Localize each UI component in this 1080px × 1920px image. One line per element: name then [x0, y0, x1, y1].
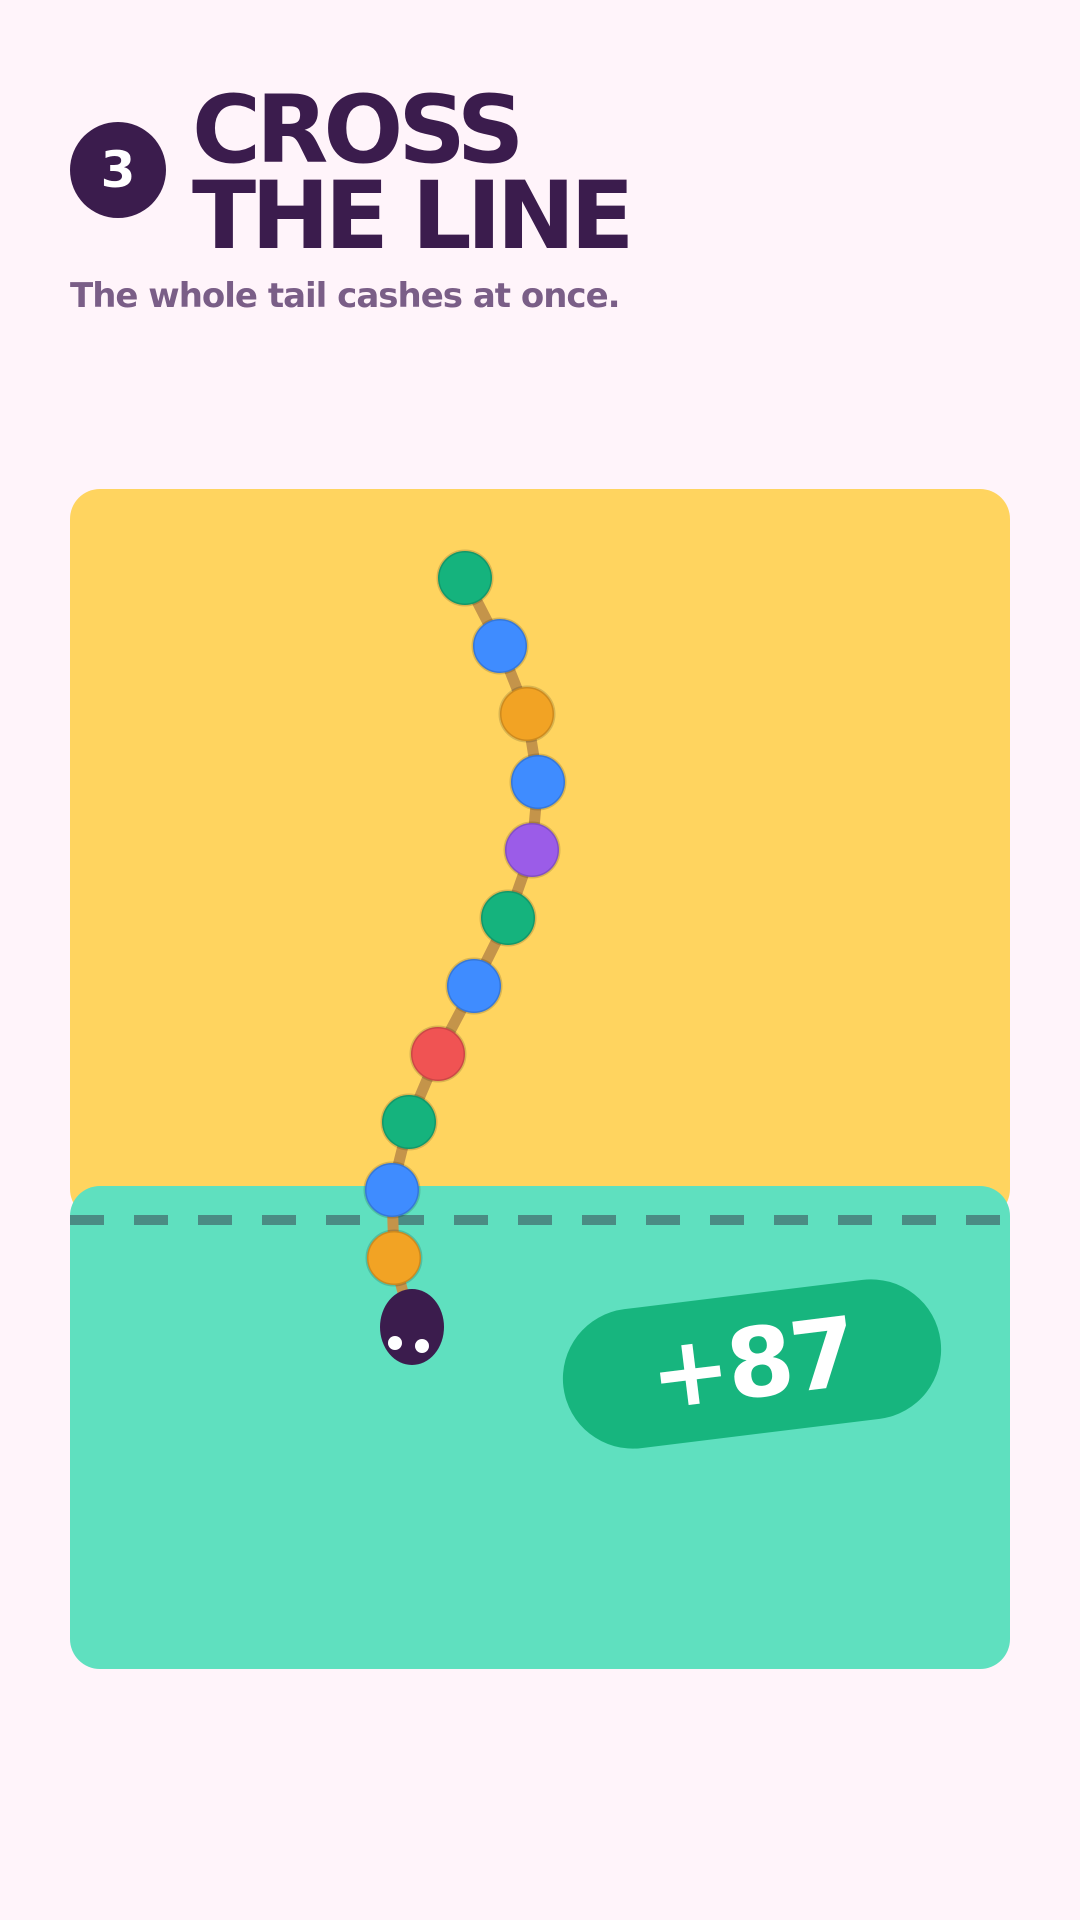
- snake-left-eye: [388, 1336, 402, 1350]
- snake-tail-segment: [409, 1025, 467, 1083]
- snake-right-eye: [415, 1339, 429, 1353]
- snake: [363, 549, 567, 1365]
- snake-tail-segment: [365, 1229, 423, 1287]
- snake-tail-segment: [363, 1161, 421, 1219]
- step-number-badge: 3: [70, 122, 166, 218]
- snake-tail-segment: [380, 1093, 438, 1151]
- snake-head: [380, 1289, 444, 1365]
- game-board: +87: [70, 489, 1010, 1669]
- snake-tail-segment: [445, 957, 503, 1015]
- score-popup-text: +87: [643, 1295, 861, 1433]
- snake-tail-segment: [479, 889, 537, 947]
- snake-tail-segment: [503, 821, 561, 879]
- title-line-2: THE LINE: [192, 162, 634, 271]
- snake-tail-segment: [436, 549, 494, 607]
- page-subtitle: The whole tail cashes at once.: [70, 276, 621, 316]
- page-title: CROSS THE LINE: [192, 84, 634, 271]
- snake-tail-segment: [509, 753, 567, 811]
- snake-tail-segment: [498, 685, 556, 743]
- snake-tail-segment: [471, 617, 529, 675]
